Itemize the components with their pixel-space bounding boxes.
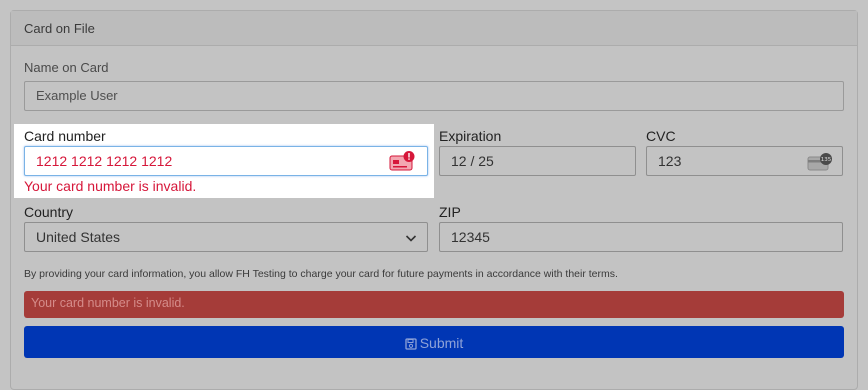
chevron-down-icon (405, 231, 417, 247)
card-number-value: 1212 1212 1212 1212 (36, 153, 173, 169)
card-number-error: Your card number is invalid. (24, 178, 197, 194)
name-on-card-label: Name on Card (24, 60, 109, 75)
alert-text: Your card number is invalid. (31, 296, 185, 310)
cvc-value: 123 (658, 153, 682, 169)
submit-button[interactable]: Submit (24, 326, 844, 358)
floppy-disk-icon (405, 338, 417, 350)
card-error-icon (389, 151, 417, 174)
terms-text: By providing your card information, you … (24, 268, 618, 280)
error-alert: Your card number is invalid. (24, 291, 844, 318)
expiration-input[interactable]: 12 / 25 (439, 146, 636, 176)
country-select[interactable]: United States (24, 222, 428, 252)
cvc-label: CVC (646, 128, 676, 144)
card-number-label: Card number (24, 128, 106, 144)
panel-title: Card on File (11, 11, 857, 46)
cvc-card-icon: 135 (807, 153, 833, 174)
name-on-card-value: Example User (36, 88, 118, 103)
zip-value: 12345 (451, 229, 490, 245)
card-number-input[interactable]: 1212 1212 1212 1212 (24, 146, 428, 176)
country-label: Country (24, 204, 74, 220)
country-value: United States (36, 229, 121, 245)
expiration-label: Expiration (439, 128, 502, 144)
zip-label: ZIP (439, 204, 461, 220)
cvc-input[interactable]: 123 135 (646, 146, 843, 176)
zip-input[interactable]: 12345 (439, 222, 843, 252)
submit-label: Submit (419, 335, 464, 351)
cvc-icon-digits: 135 (821, 157, 832, 163)
expiration-value: 12 / 25 (451, 153, 494, 169)
name-on-card-input[interactable]: Example User (24, 81, 844, 111)
